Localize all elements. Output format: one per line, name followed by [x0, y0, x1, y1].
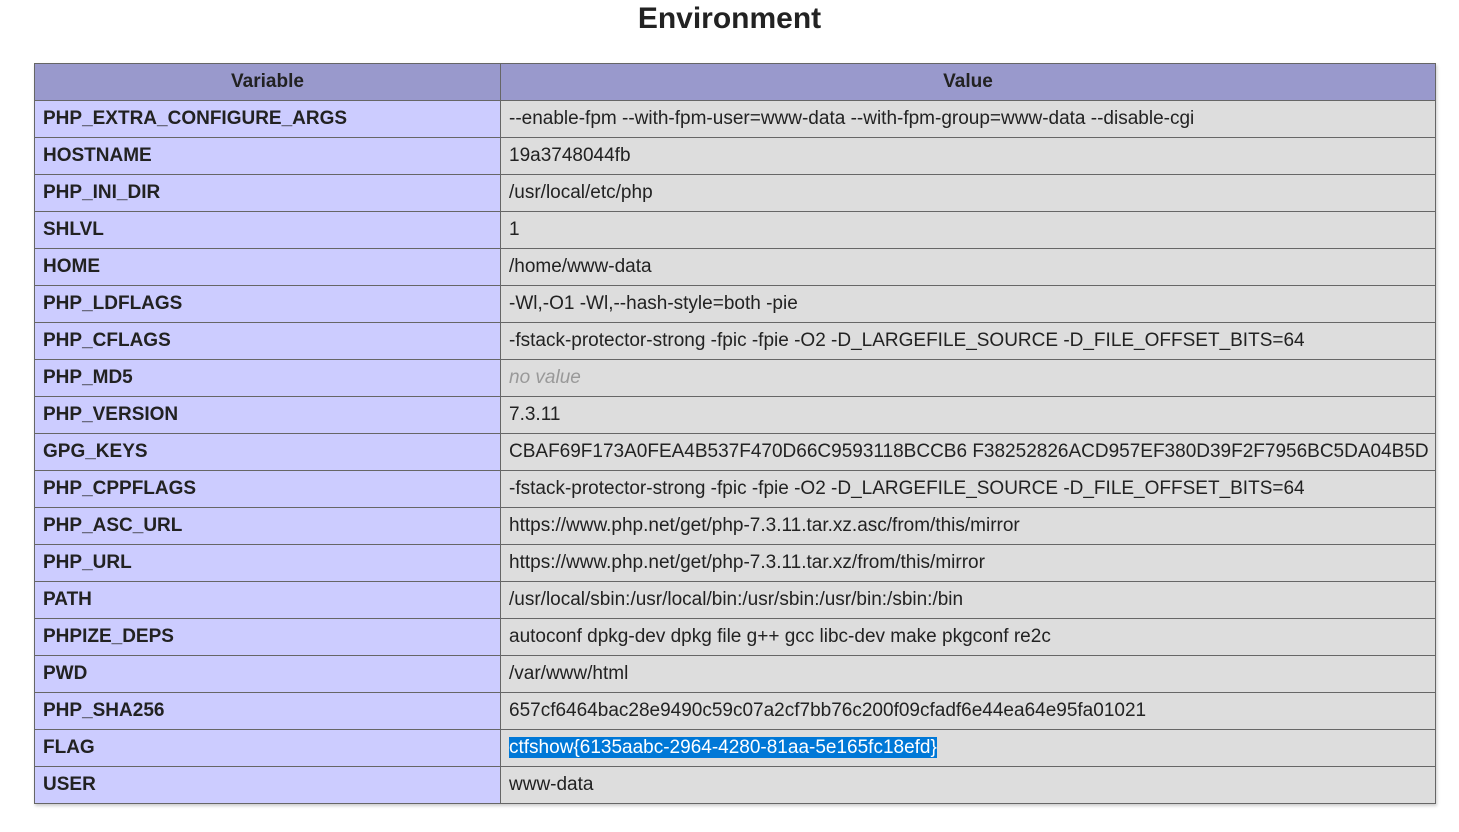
variable-name: SHLVL	[34, 211, 501, 249]
table-row: PHP_CPPFLAGS -fstack-protector-strong -f…	[34, 470, 1436, 508]
table-row: PHP_SHA256 657cf6464bac28e9490c59c07a2cf…	[34, 692, 1436, 730]
variable-value: -fstack-protector-strong -fpic -fpie -O2…	[500, 470, 1436, 508]
table-row: PHP_ASC_URL https://www.php.net/get/php-…	[34, 507, 1436, 545]
table-row: PHP_EXTRA_CONFIGURE_ARGS --enable-fpm --…	[34, 100, 1436, 138]
variable-value: -fstack-protector-strong -fpic -fpie -O2…	[500, 322, 1436, 360]
variable-value: 1	[500, 211, 1436, 249]
table-row: PHP_INI_DIR /usr/local/etc/php	[34, 174, 1436, 212]
table-row: PHP_CFLAGS -fstack-protector-strong -fpi…	[34, 322, 1436, 360]
section-title: Environment	[637, 2, 822, 35]
column-header-variable: Variable	[34, 63, 501, 101]
table-row: FLAG ctfshow{6135aabc-2964-4280-81aa-5e1…	[34, 729, 1436, 767]
table-row: PWD /var/www/html	[34, 655, 1436, 693]
variable-value: 7.3.11	[500, 396, 1436, 434]
variable-name: PHP_INI_DIR	[34, 174, 501, 212]
table-row: PHP_VERSION 7.3.11	[34, 396, 1436, 434]
variable-name: PHPIZE_DEPS	[34, 618, 501, 656]
table-row: PHP_URL https://www.php.net/get/php-7.3.…	[34, 544, 1436, 582]
variable-value: 19a3748044fb	[500, 137, 1436, 175]
table-row: SHLVL 1	[34, 211, 1436, 249]
variable-name: HOSTNAME	[34, 137, 501, 175]
variable-name: PHP_SHA256	[34, 692, 501, 730]
variable-value: --enable-fpm --with-fpm-user=www-data --…	[500, 100, 1436, 138]
table-row: PHPIZE_DEPS autoconf dpkg-dev dpkg file …	[34, 618, 1436, 656]
variable-name: PWD	[34, 655, 501, 693]
table-row: PHP_LDFLAGS -Wl,-O1 -Wl,--hash-style=bot…	[34, 285, 1436, 323]
variable-value: CBAF69F173A0FEA4B537F470D66C9593118BCCB6…	[500, 433, 1436, 471]
variable-name: PHP_EXTRA_CONFIGURE_ARGS	[34, 100, 501, 138]
table-row: USER www-data	[34, 766, 1436, 804]
table-row: PATH /usr/local/sbin:/usr/local/bin:/usr…	[34, 581, 1436, 619]
variable-value: -Wl,-O1 -Wl,--hash-style=both -pie	[500, 285, 1436, 323]
environment-table: Variable Value PHP_EXTRA_CONFIGURE_ARGS …	[34, 63, 1436, 804]
table-header-row: Variable Value	[34, 63, 1436, 101]
variable-value: ctfshow{6135aabc-2964-4280-81aa-5e165fc1…	[500, 729, 1436, 767]
variable-name: HOME	[34, 248, 501, 286]
no-value-placeholder: no value	[509, 367, 581, 388]
variable-name: PHP_ASC_URL	[34, 507, 501, 545]
variable-value: /usr/local/etc/php	[500, 174, 1436, 212]
table-row: HOME /home/www-data	[34, 248, 1436, 286]
variable-value: 657cf6464bac28e9490c59c07a2cf7bb76c200f0…	[500, 692, 1436, 730]
table-row: HOSTNAME 19a3748044fb	[34, 137, 1436, 175]
variable-name: USER	[34, 766, 501, 804]
variable-name: PHP_MD5	[34, 359, 501, 397]
variable-name: PATH	[34, 581, 501, 619]
variable-value: www-data	[500, 766, 1436, 804]
variable-value: /var/www/html	[500, 655, 1436, 693]
variable-name: PHP_URL	[34, 544, 501, 582]
selected-flag-text[interactable]: ctfshow{6135aabc-2964-4280-81aa-5e165fc1…	[509, 737, 937, 758]
variable-name: PHP_CPPFLAGS	[34, 470, 501, 508]
variable-name: GPG_KEYS	[34, 433, 501, 471]
table-row: GPG_KEYS CBAF69F173A0FEA4B537F470D66C959…	[34, 433, 1436, 471]
variable-value: no value	[500, 359, 1436, 397]
variable-value: /home/www-data	[500, 248, 1436, 286]
table-row: PHP_MD5 no value	[34, 359, 1436, 397]
variable-value: https://www.php.net/get/php-7.3.11.tar.x…	[500, 544, 1436, 582]
variable-name: PHP_CFLAGS	[34, 322, 501, 360]
variable-value: autoconf dpkg-dev dpkg file g++ gcc libc…	[500, 618, 1436, 656]
variable-name: FLAG	[34, 729, 501, 767]
variable-name: PHP_VERSION	[34, 396, 501, 434]
variable-name: PHP_LDFLAGS	[34, 285, 501, 323]
column-header-value: Value	[500, 63, 1436, 101]
variable-value: /usr/local/sbin:/usr/local/bin:/usr/sbin…	[500, 581, 1436, 619]
variable-value: https://www.php.net/get/php-7.3.11.tar.x…	[500, 507, 1436, 545]
